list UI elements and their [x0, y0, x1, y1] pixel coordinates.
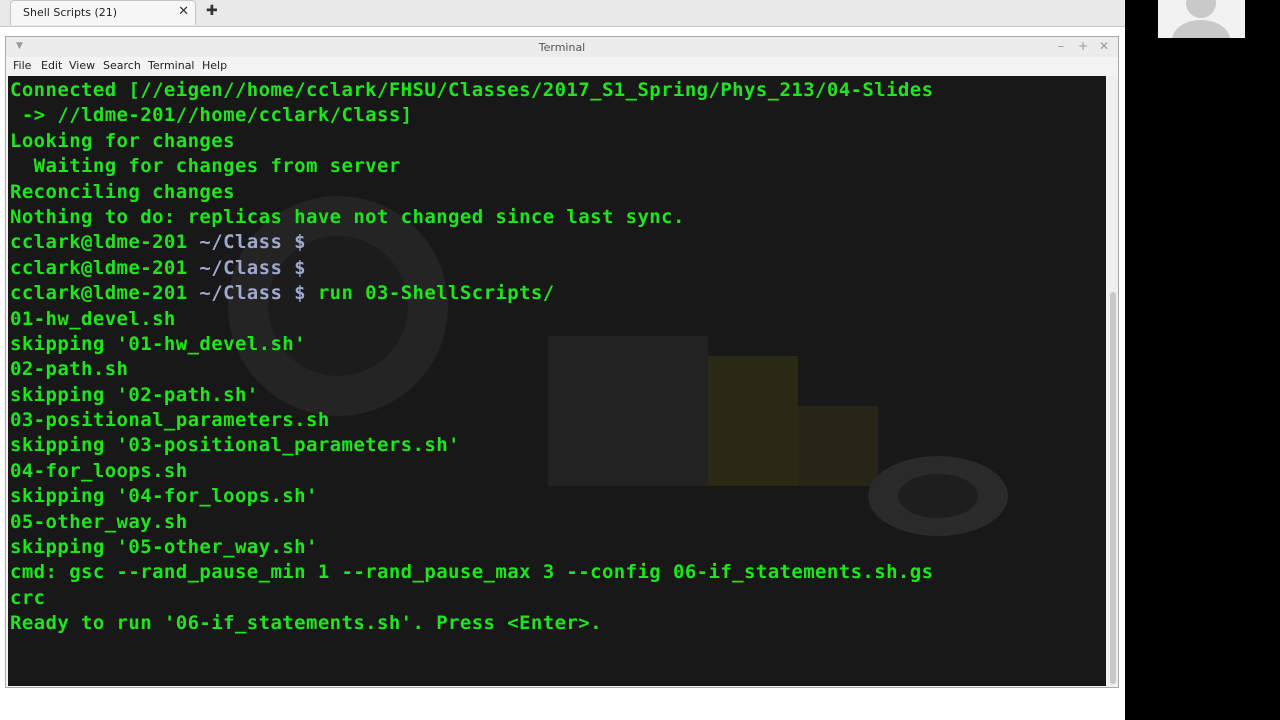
prompt-user: cclark@ldme-201: [10, 256, 188, 279]
terminal-line: cclark@ldme-201 ~/Class $: [10, 256, 1106, 281]
terminal-menubar: File Edit View Search Terminal Help: [6, 57, 1118, 75]
terminal-line: 01-hw_devel.sh: [10, 307, 176, 330]
bottom-strip: [0, 690, 1125, 720]
terminal-line: skipping '04-for_loops.sh': [10, 485, 318, 508]
terminal-line: 03-positional_parameters.sh: [10, 409, 330, 432]
terminal-titlebar[interactable]: ▼ Terminal – + ✕: [6, 37, 1118, 57]
terminal-line: Looking for changes: [10, 129, 235, 152]
browser-tab-label: Shell Scripts (21): [23, 6, 118, 19]
browser-tab[interactable]: Shell Scripts (21) ✕: [10, 0, 196, 25]
prompt-user: cclark@ldme-201: [10, 231, 188, 254]
terminal-line: Nothing to do: replicas have not changed…: [10, 205, 685, 228]
terminal-line: -> //ldme-201//home/cclark/Class]: [10, 104, 413, 127]
terminal-screen[interactable]: Connected [//eigen//home/cclark/FHSU/Cla…: [8, 76, 1106, 686]
maximize-button[interactable]: +: [1078, 39, 1088, 53]
terminal-line: crc: [10, 586, 46, 609]
menu-file[interactable]: File: [13, 59, 31, 72]
prompt-command: run 03-ShellScripts/: [305, 282, 555, 305]
terminal-line: 05-other_way.sh: [10, 510, 188, 533]
avatar-head-icon: [1186, 0, 1216, 18]
new-tab-icon[interactable]: ✚: [206, 3, 218, 19]
terminal-line: 02-path.sh: [10, 358, 129, 381]
terminal-line: Ready to run '06-if_statements.sh'. Pres…: [10, 612, 602, 635]
tab-close-icon[interactable]: ✕: [178, 4, 189, 19]
terminal-line: Waiting for changes from server: [10, 155, 401, 178]
terminal-line: Connected [//eigen//home/cclark/FHSU/Cla…: [10, 79, 934, 101]
terminal-line: 04-for_loops.sh: [10, 459, 188, 482]
menu-help[interactable]: Help: [202, 59, 227, 72]
terminal-line: skipping '02-path.sh': [10, 383, 259, 406]
menu-terminal[interactable]: Terminal: [148, 59, 195, 72]
terminal-line: cclark@ldme-201 ~/Class $: [10, 230, 1106, 255]
terminal-line: cmd: gsc --rand_pause_min 1 --rand_pause…: [10, 561, 934, 584]
terminal-scrollbar[interactable]: [1108, 76, 1118, 686]
avatar: [1158, 0, 1245, 38]
close-button[interactable]: ✕: [1099, 39, 1109, 53]
minimize-button[interactable]: –: [1058, 39, 1064, 53]
menu-search[interactable]: Search: [103, 59, 141, 72]
terminal-output: Connected [//eigen//home/cclark/FHSU/Cla…: [10, 78, 1106, 637]
terminal-line: skipping '03-positional_parameters.sh': [10, 434, 460, 457]
menu-edit[interactable]: Edit: [41, 59, 62, 72]
prompt-path: ~/Class $: [187, 282, 306, 305]
menu-view[interactable]: View: [69, 59, 95, 72]
terminal-line: skipping '01-hw_devel.sh': [10, 332, 306, 355]
terminal-line: skipping '05-other_way.sh': [10, 536, 318, 559]
terminal-line: cclark@ldme-201 ~/Class $ run 03-ShellSc…: [10, 281, 1106, 306]
terminal-line: Reconciling changes: [10, 180, 235, 203]
prompt-path: ~/Class $: [187, 256, 306, 279]
avatar-body-icon: [1172, 20, 1230, 38]
prompt-path: ~/Class $: [187, 231, 306, 254]
webcam-panel: [1125, 0, 1280, 720]
scrollbar-thumb[interactable]: [1110, 292, 1116, 684]
terminal-window: ▼ Terminal – + ✕ File Edit View Search T…: [5, 36, 1119, 688]
browser-tab-strip: Shell Scripts (21) ✕ ✚: [0, 0, 1125, 27]
terminal-title: Terminal: [538, 41, 586, 54]
prompt-user: cclark@ldme-201: [10, 282, 188, 305]
